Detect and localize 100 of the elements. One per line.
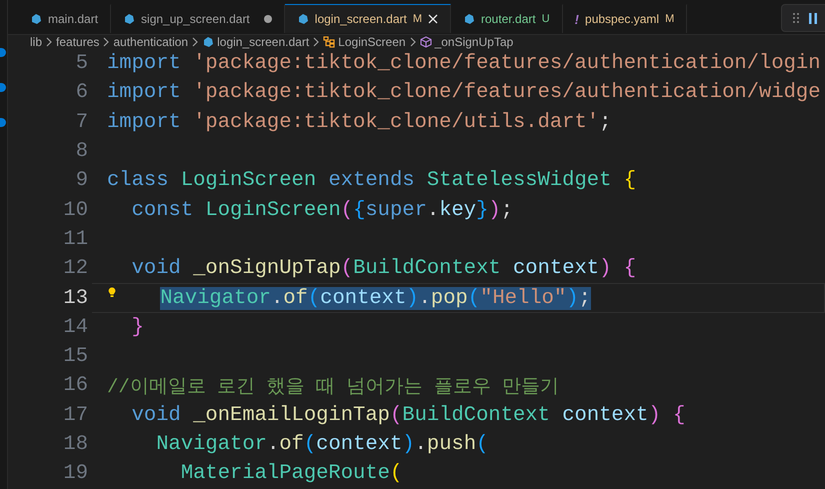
editor-tab[interactable]: sign_up_screen.dart (111, 4, 285, 33)
code-token: const (132, 198, 194, 222)
code-token: StatelessWidget (426, 169, 612, 192)
class-icon (323, 36, 336, 48)
code-token: key (439, 198, 476, 222)
code-token: of (279, 433, 304, 456)
code-token: Navigator (156, 433, 267, 456)
editor-tab[interactable]: main.dart (18, 4, 112, 33)
code-token: extends (328, 169, 416, 192)
code-token: push (426, 433, 476, 456)
chevron-icon (408, 37, 417, 47)
line-number: 9 (74, 169, 88, 192)
breadcrumb-item[interactable]: lib (30, 35, 42, 49)
editor-tab[interactable]: router.dart U (451, 4, 563, 33)
git-status: M (412, 13, 422, 25)
git-status: U (542, 13, 550, 25)
code-token: void (132, 404, 182, 427)
code-token: context (562, 404, 648, 427)
chevron-icon (191, 37, 200, 47)
code-token: LoginScreen (205, 198, 341, 222)
editor-tab[interactable]: ! pubspec.yaml M (562, 4, 688, 33)
code-token: ( (468, 286, 480, 310)
code-token: . (418, 286, 431, 310)
code-token: ; (599, 110, 612, 134)
code-token: ( (390, 404, 402, 427)
code-token: { (353, 198, 366, 222)
breadcrumb-item[interactable]: features (56, 35, 100, 49)
line-number: 13 (62, 286, 88, 310)
code-token: . (270, 286, 284, 310)
code-token: ( (476, 433, 488, 456)
chevron-icon (312, 37, 320, 47)
code-token: import (107, 110, 182, 134)
code-token: 'package:tiktok_clone/utils.dart' (193, 110, 600, 134)
chevron-icon (102, 37, 110, 47)
breadcrumb-item[interactable]: login_screen.dart (217, 35, 310, 49)
tab-label: login_screen.dart (314, 12, 407, 26)
git-status: M (665, 13, 674, 25)
tab-label: pubspec.yaml (585, 12, 660, 26)
line-number: 5 (74, 52, 88, 76)
code-token: ( (390, 462, 402, 486)
code-token: super (365, 198, 427, 222)
line-number: 10 (62, 198, 88, 222)
code-token: //이메일로 로긴 했을 때 넘어가는 플로우 만들기 (107, 374, 560, 399)
code-token: ) (566, 286, 579, 310)
drag-handle-icon[interactable] (792, 12, 800, 24)
pause-icon[interactable] (808, 12, 818, 24)
breadcrumb-item[interactable]: authentication (113, 35, 188, 49)
code-token: . (414, 433, 427, 456)
code-token: { (624, 257, 636, 280)
code-token: pop (430, 286, 468, 310)
code-token: { (624, 169, 636, 192)
code-token: context (320, 286, 406, 310)
code-token: ; (500, 198, 514, 222)
code-token: import (107, 81, 182, 104)
tab-label: main.dart (48, 12, 98, 26)
line-number: 18 (62, 433, 88, 456)
editor-tab[interactable]: login_screen.dart M (284, 4, 452, 33)
code-token: Navigator (160, 286, 271, 310)
code-token: ( (304, 433, 316, 456)
line-number: 6 (74, 81, 88, 104)
line-number: 19 (62, 462, 88, 486)
badge-icon (0, 83, 6, 92)
code-token: ) (406, 286, 419, 310)
tab-label: router.dart (481, 12, 536, 26)
code-token: ( (340, 257, 354, 280)
code-token: context (513, 257, 600, 280)
code-token: import (107, 52, 182, 76)
line-number: 17 (62, 404, 88, 427)
line-number: 8 (74, 140, 88, 164)
code-token: _onEmailLoginTap (193, 404, 390, 427)
line-number: 14 (62, 316, 88, 339)
code-token: } (476, 198, 488, 222)
dart-file-icon (463, 13, 476, 25)
tab-label: sign_up_screen.dart (141, 12, 250, 26)
dart-file-icon (296, 13, 309, 25)
lightbulb-icon[interactable] (108, 287, 116, 298)
code-token: ( (308, 286, 320, 310)
code-token: ) (488, 198, 501, 222)
code-token: 'package:tiktok_clone/features/authentication/widge (193, 81, 821, 104)
code-token: of (283, 286, 308, 310)
code-token: MaterialPageRoute (180, 462, 390, 486)
code-token: context (316, 433, 402, 456)
code-token: 'package:tiktok_clone/features/authentication/login (193, 52, 821, 76)
code-token: ( (340, 198, 354, 222)
line-number: 16 (62, 374, 88, 398)
code-token: { (672, 404, 686, 427)
badge-icon (0, 48, 6, 57)
breadcrumb-item[interactable]: LoginScreen (338, 35, 406, 49)
line-number: 11 (62, 228, 88, 251)
code-token: ) (648, 404, 662, 427)
dart-file-icon (123, 13, 136, 25)
code-token: BuildContext (353, 257, 502, 280)
code-token: . (426, 198, 440, 222)
dart-file-icon (30, 13, 42, 25)
line-number: 15 (62, 345, 88, 368)
yaml-file-icon: ! (574, 12, 580, 26)
breadcrumb-item[interactable]: _onSignUpTap (434, 35, 514, 49)
code-token: ; (578, 286, 591, 310)
code-token: } (132, 316, 144, 339)
code-token: _onSignUpTap (193, 257, 341, 280)
